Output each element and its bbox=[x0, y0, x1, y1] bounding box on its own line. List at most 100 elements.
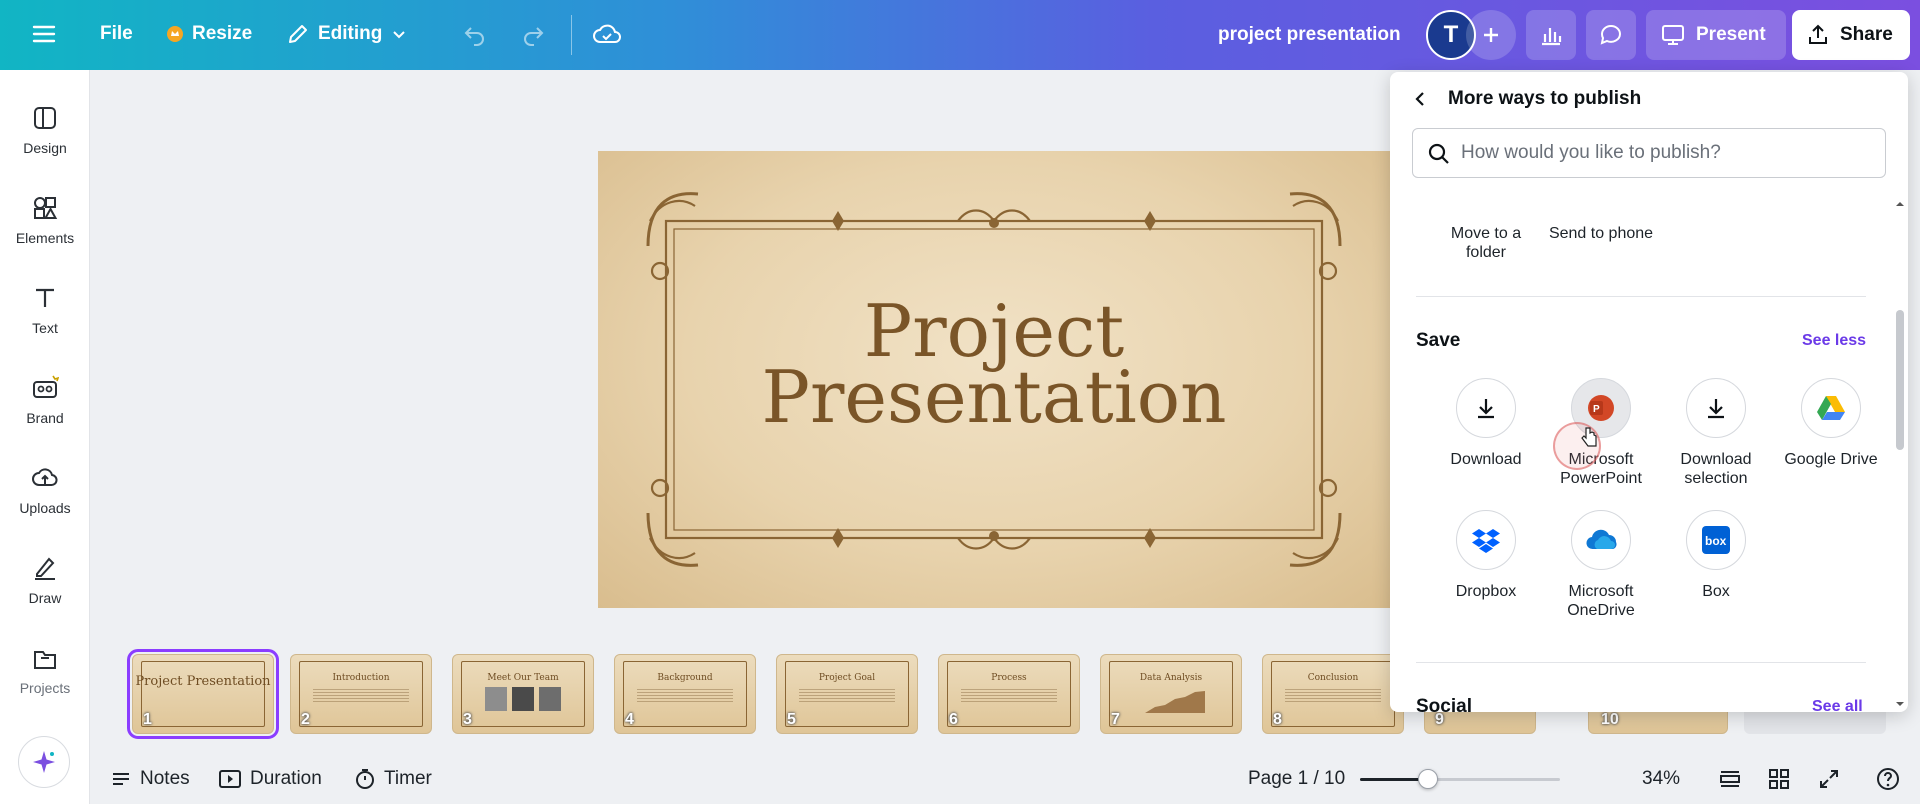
menu-button[interactable] bbox=[30, 20, 58, 48]
back-arrow-icon[interactable] bbox=[1410, 89, 1430, 109]
page-indicator[interactable]: Page 1 / 10 bbox=[1248, 768, 1345, 790]
elements-icon bbox=[34, 197, 58, 219]
onedrive-option[interactable]: Microsoft OneDrive bbox=[1546, 510, 1656, 620]
help-icon bbox=[1877, 768, 1899, 790]
thumbnail-frame bbox=[141, 661, 265, 727]
text-icon bbox=[36, 288, 54, 307]
download-icon bbox=[1478, 399, 1494, 419]
present-button[interactable]: Present bbox=[1646, 10, 1786, 60]
dropbox-option[interactable]: Dropbox bbox=[1431, 510, 1541, 601]
option-circle bbox=[1571, 510, 1631, 570]
expand-icon bbox=[1820, 770, 1838, 788]
redo-button[interactable] bbox=[520, 22, 546, 48]
sidebar-item-projects[interactable]: Projects bbox=[0, 630, 90, 710]
undo-icon bbox=[464, 27, 484, 46]
cloud-check-icon bbox=[593, 24, 621, 43]
send-to-phone-option[interactable]: Send to phone bbox=[1546, 224, 1656, 243]
thumbnail-number: 7 bbox=[1111, 711, 1120, 728]
fullscreen-button[interactable] bbox=[1818, 768, 1840, 790]
thumbnail-number: 8 bbox=[1273, 711, 1282, 728]
panel-header: More ways to publish bbox=[1410, 88, 1641, 110]
magic-assistant-button[interactable] bbox=[18, 736, 70, 788]
thumbnail-title: Data Analysis bbox=[1139, 673, 1203, 683]
share-button[interactable]: Share bbox=[1792, 10, 1910, 60]
download-option[interactable]: Download bbox=[1431, 378, 1541, 469]
slide-thumbnail[interactable]: Background 4 bbox=[614, 654, 756, 734]
download-selection-option[interactable]: Download selection bbox=[1661, 378, 1771, 488]
sparkle-icon bbox=[33, 751, 55, 773]
sidebar-item-text[interactable]: Text bbox=[0, 270, 90, 350]
left-sidebar: Design Elements Text Brand Uploads Draw … bbox=[0, 70, 90, 804]
save-status-button[interactable] bbox=[592, 20, 622, 50]
see-less-link[interactable]: See less bbox=[1802, 332, 1866, 350]
help-button[interactable] bbox=[1876, 767, 1900, 791]
thumbnail-text-lines bbox=[799, 689, 895, 703]
notes-button[interactable]: Notes bbox=[110, 768, 190, 790]
panel-scrollbar[interactable] bbox=[1892, 190, 1908, 710]
option-circle bbox=[1686, 378, 1746, 438]
brand-icon bbox=[33, 375, 59, 398]
zoom-slider-handle[interactable] bbox=[1418, 769, 1438, 789]
zoom-slider[interactable] bbox=[1360, 769, 1560, 789]
play-icon bbox=[219, 770, 241, 788]
thumbnail-text-lines bbox=[637, 689, 733, 703]
insights-button[interactable] bbox=[1526, 10, 1576, 60]
move-to-folder-option[interactable]: Move to a folder bbox=[1431, 224, 1541, 262]
editing-mode-dropdown[interactable]: Editing bbox=[286, 22, 408, 46]
publish-search-input[interactable]: How would you like to publish? bbox=[1412, 128, 1886, 178]
option-circle bbox=[1801, 378, 1861, 438]
google-drive-option[interactable]: Google Drive bbox=[1776, 378, 1886, 469]
sidebar-item-draw[interactable]: Draw bbox=[0, 540, 90, 620]
bottom-bar: Notes Duration Timer Page 1 / 10 34% bbox=[90, 754, 1920, 804]
hamburger-icon bbox=[32, 25, 56, 43]
slide-thumbnail[interactable]: Introduction 2 bbox=[290, 654, 432, 734]
document-title[interactable]: project presentation bbox=[1218, 24, 1401, 46]
add-collaborator-button[interactable] bbox=[1466, 10, 1516, 60]
box-option[interactable]: box Box bbox=[1661, 510, 1771, 601]
plus-icon bbox=[1484, 28, 1498, 42]
slide-thumbnail[interactable]: Project Presentation 1 bbox=[127, 649, 279, 739]
grid-view-button[interactable] bbox=[1768, 768, 1790, 790]
team-photo bbox=[485, 687, 507, 711]
design-icon bbox=[34, 107, 56, 129]
file-menu[interactable]: File bbox=[100, 23, 133, 45]
area-chart-graphic bbox=[1145, 691, 1205, 713]
thumbnail-title: Background bbox=[657, 673, 713, 683]
google-drive-icon bbox=[1817, 396, 1845, 420]
sidebar-item-design[interactable]: Design bbox=[0, 90, 90, 170]
chevron-down-icon bbox=[393, 31, 406, 39]
slide-thumbnail[interactable]: Data Analysis 7 bbox=[1100, 654, 1242, 734]
thumbnail-title: Process bbox=[991, 673, 1027, 683]
timer-button[interactable]: Timer bbox=[354, 768, 432, 790]
option-circle: box bbox=[1686, 510, 1746, 570]
slide-thumbnail[interactable]: Project Goal 5 bbox=[776, 654, 918, 734]
svg-text:P: P bbox=[1593, 404, 1600, 415]
sidebar-item-elements[interactable]: Elements bbox=[0, 180, 90, 260]
undo-button[interactable] bbox=[462, 22, 488, 48]
toolbar-divider bbox=[571, 15, 572, 55]
grid-icon bbox=[1769, 769, 1789, 789]
page-view-button[interactable] bbox=[1718, 768, 1742, 790]
zoom-percentage[interactable]: 34% bbox=[1642, 768, 1680, 790]
slide-thumbnail[interactable]: Meet Our Team 3 bbox=[452, 654, 594, 734]
slide-thumbnail[interactable]: Conclusion 8 bbox=[1262, 654, 1404, 734]
slide-canvas[interactable]: Project Presentation bbox=[598, 151, 1390, 608]
duration-button[interactable]: Duration bbox=[218, 768, 322, 790]
thumbnail-title: Meet Our Team bbox=[487, 673, 559, 683]
timer-icon bbox=[356, 769, 374, 789]
comments-button[interactable] bbox=[1586, 10, 1636, 60]
slide-title-line-2[interactable]: Presentation bbox=[598, 361, 1390, 433]
scrollbar-thumb[interactable] bbox=[1896, 310, 1904, 450]
search-placeholder: How would you like to publish? bbox=[1461, 142, 1721, 163]
thumbnail-text-lines bbox=[1285, 689, 1381, 703]
thumbnail-text-lines bbox=[961, 689, 1057, 703]
sidebar-item-uploads[interactable]: Uploads bbox=[0, 450, 90, 530]
pencil-icon bbox=[289, 25, 307, 43]
comment-icon bbox=[1600, 25, 1622, 45]
thumbnail-title: Project Presentation bbox=[135, 674, 271, 689]
see-all-link[interactable]: See all bbox=[1812, 698, 1863, 712]
thumbnail-text-lines bbox=[313, 689, 409, 703]
slide-thumbnail[interactable]: Process 6 bbox=[938, 654, 1080, 734]
sidebar-item-brand[interactable]: Brand bbox=[0, 360, 90, 440]
resize-button[interactable]: Resize bbox=[166, 23, 252, 45]
